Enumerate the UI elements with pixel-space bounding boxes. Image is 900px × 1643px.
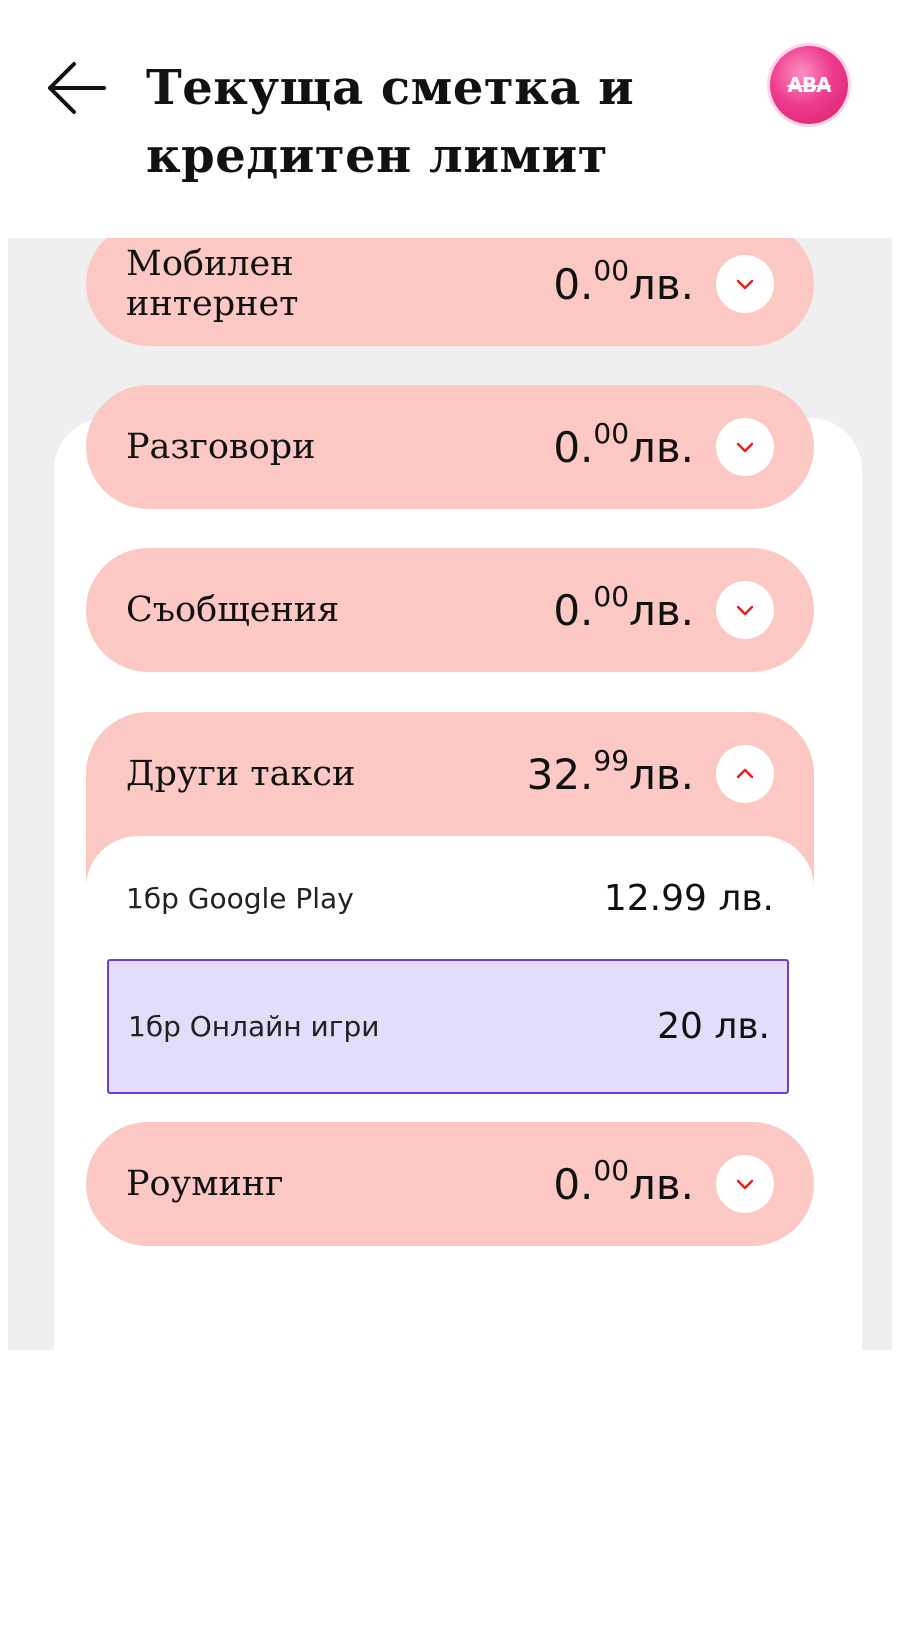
category-row-messages[interactable]: Съобщения 0. 00 лв. (86, 548, 814, 672)
category-amount: 0. 00 лв. (553, 579, 694, 635)
fee-item-amount: 20 лв. (657, 1006, 770, 1047)
category-amount: 0. 00 лв. (553, 1153, 694, 1209)
back-button[interactable] (40, 52, 112, 124)
category-amount: 0. 00 лв. (553, 253, 694, 309)
chevron-down-icon (736, 442, 754, 453)
collapse-button[interactable] (716, 745, 774, 803)
expand-button[interactable] (716, 255, 774, 313)
other-fees-details: 1бр Google Play 12.99 лв. 1бр Онлайн игр… (86, 836, 814, 1094)
category-row-calls[interactable]: Разговори 0. 00 лв. (86, 385, 814, 509)
category-label: Роуминг (126, 1164, 284, 1204)
expand-button[interactable] (716, 581, 774, 639)
fee-item-label: 1бр Google Play (126, 881, 354, 915)
fee-item-label: 1бр Онлайн игри (128, 1010, 380, 1043)
fee-item-google-play[interactable]: 1бр Google Play 12.99 лв. (86, 836, 814, 960)
chevron-up-icon (736, 768, 754, 779)
category-amount: 0. 00 лв. (553, 416, 694, 472)
page-title: Текуща сметка и кредитен лимит (146, 60, 635, 184)
logo-text: ABA (787, 73, 831, 97)
expand-button[interactable] (716, 418, 774, 476)
category-label: Други такси (126, 754, 356, 794)
category-label: Мобилен интернет (126, 244, 299, 324)
arrow-left-icon (48, 62, 106, 114)
category-label: Разговори (126, 427, 316, 467)
app-header: Текуща сметка и кредитен лимит ABA (0, 0, 900, 238)
chevron-down-icon (736, 605, 754, 616)
chevron-down-icon (736, 1179, 754, 1190)
category-row-roaming[interactable]: Роуминг 0. 00 лв. (86, 1122, 814, 1246)
expand-button[interactable] (716, 1155, 774, 1213)
category-row-mobile-internet[interactable]: Мобилен интернет 0. 00 лв. (86, 222, 814, 346)
operator-logo: ABA (770, 46, 848, 124)
category-label: Съобщения (126, 590, 340, 630)
fee-item-amount: 12.99 лв. (603, 877, 774, 919)
next-card (54, 1563, 862, 1643)
fee-item-online-games[interactable]: 1бр Онлайн игри 20 лв. (107, 959, 789, 1094)
chevron-down-icon (736, 279, 754, 290)
category-amount: 32. 99 лв. (526, 743, 694, 799)
